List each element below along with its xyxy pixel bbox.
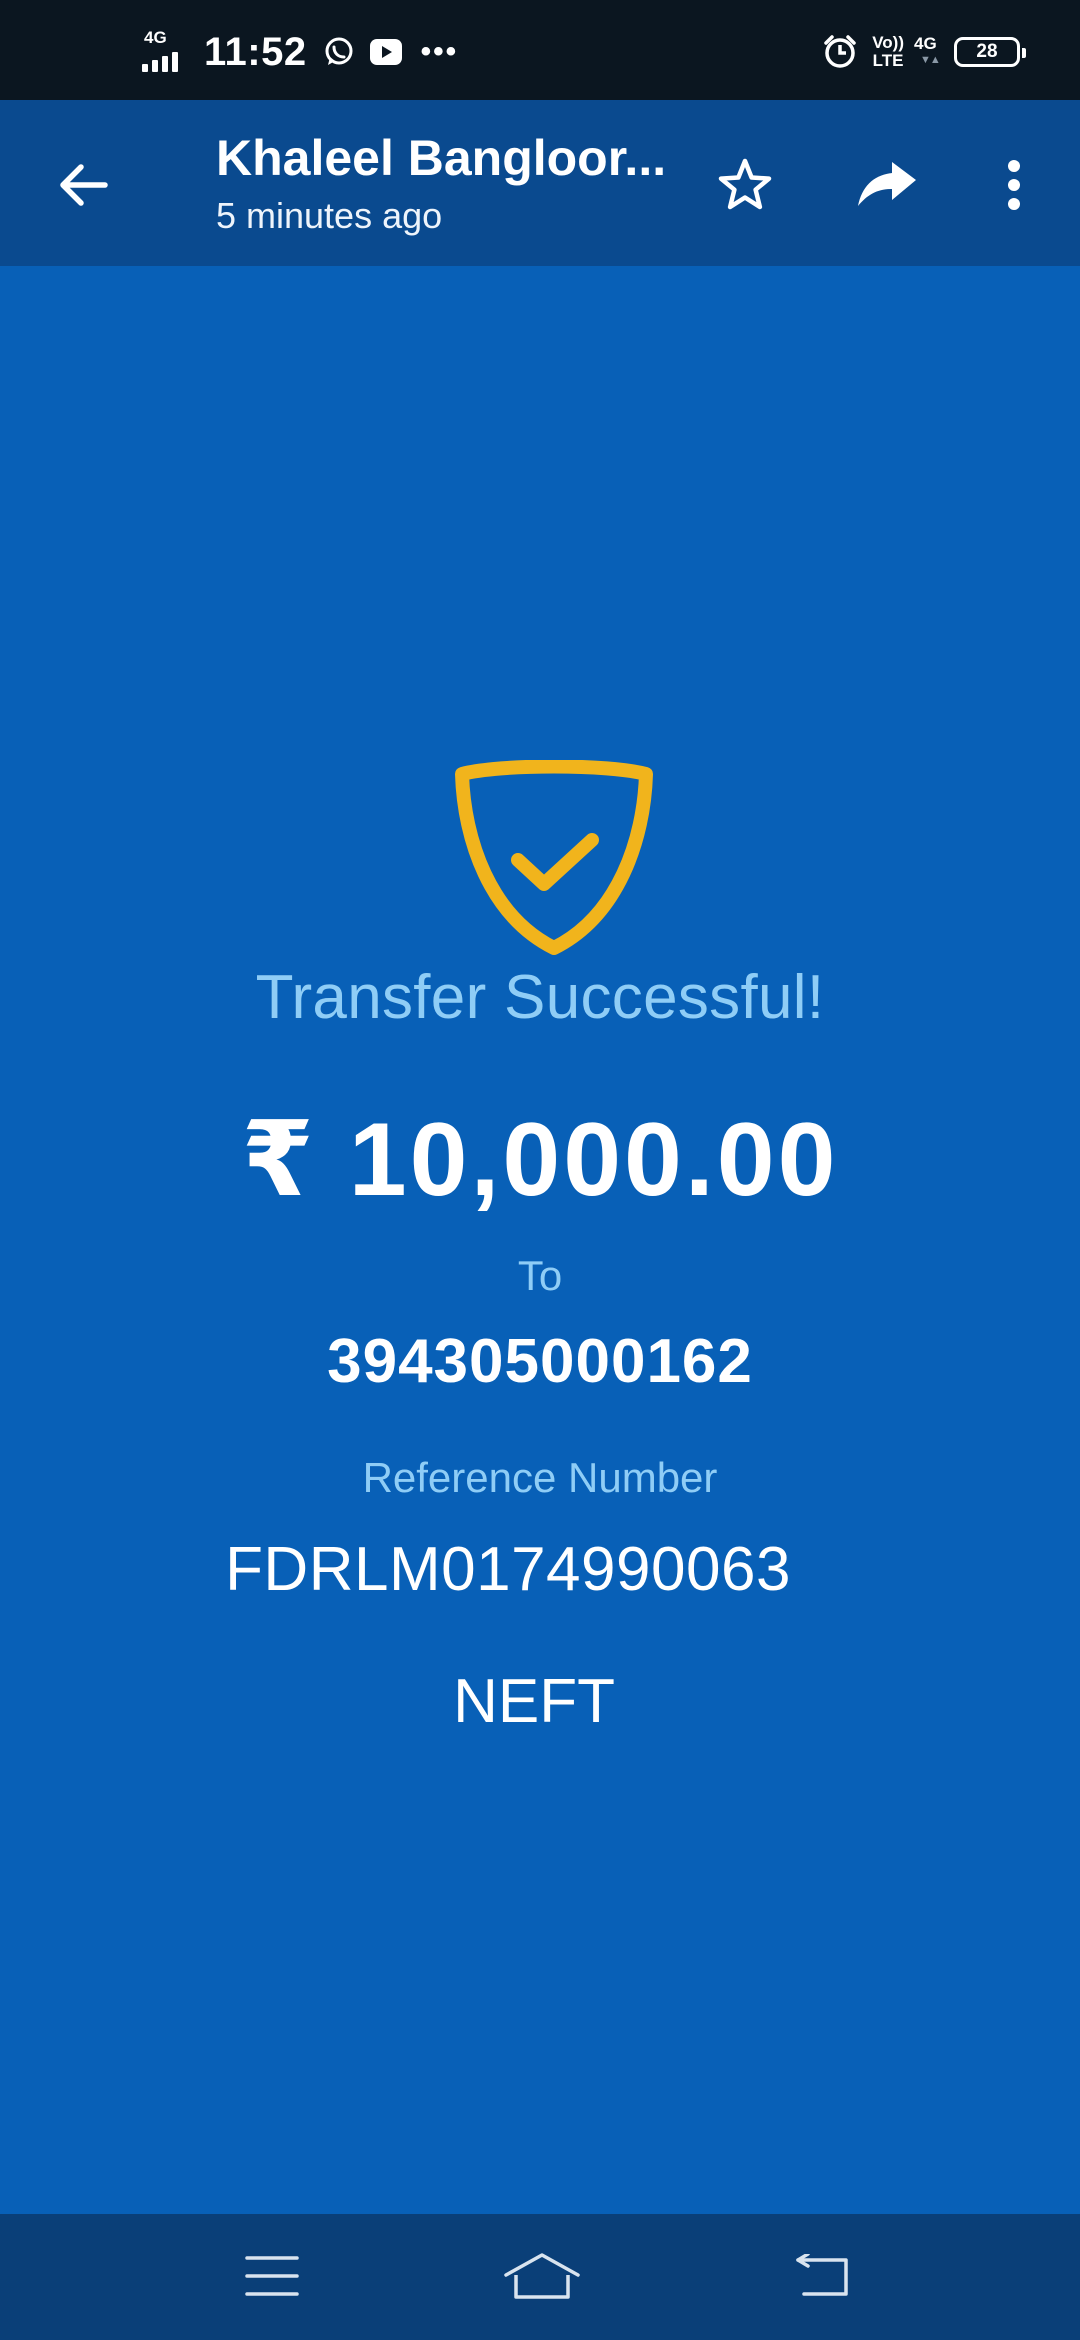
menu-icon [245, 2256, 299, 2296]
transfer-status-heading: Transfer Successful! [255, 963, 825, 1032]
back-icon [796, 2254, 848, 2296]
app-bar: Khaleel Bangloor... 5 minutes ago [0, 100, 1080, 266]
star-icon [718, 158, 772, 210]
youtube-icon [369, 37, 403, 67]
back-nav-button[interactable] [784, 2240, 864, 2312]
more-notifications-icon: ••• [420, 35, 459, 68]
share-button[interactable] [852, 152, 922, 218]
battery-icon: 28 [954, 37, 1026, 67]
recents-button[interactable] [232, 2240, 312, 2312]
data-network-type: 4G [914, 34, 937, 53]
volte-line2: LTE [872, 51, 904, 70]
whatsapp-icon [323, 36, 355, 68]
receipt-image[interactable]: Transfer Successful! ₹ 10,000.00 To 3943… [0, 266, 1080, 2214]
transfer-mode: NEFT [453, 1667, 615, 1736]
transfer-amount: ₹ 10,000.00 [241, 1102, 839, 1218]
battery-level: 28 [976, 41, 998, 62]
shield-check-icon [455, 760, 653, 955]
more-options-button[interactable] [994, 152, 1034, 218]
status-bar-left: 4G 11:52 ••• [142, 28, 458, 76]
network-type: 4G [144, 28, 167, 47]
data-network-indicator: 4G ▼▲ [914, 32, 944, 72]
alarm-icon [822, 34, 858, 70]
reference-number-label: Reference Number [362, 1454, 718, 1501]
chat-header[interactable]: Khaleel Bangloor... 5 minutes ago [216, 128, 686, 238]
home-icon [504, 2253, 580, 2299]
reference-number-value: FDRLM0174990063 [225, 1535, 791, 1604]
status-bar-right: Vo)) LTE 4G ▼▲ 28 [822, 28, 1026, 76]
system-nav-bar [0, 2214, 1080, 2340]
star-button[interactable] [712, 152, 778, 218]
data-activity-icon: ▼▲ [920, 54, 941, 66]
volte-indicator: Vo)) LTE [872, 34, 904, 70]
status-bar: 4G 11:52 ••• Vo)) LTE 4G ▼▲ 28 [0, 0, 1080, 100]
share-icon [858, 162, 916, 206]
back-arrow-icon [60, 164, 108, 206]
chat-title: Khaleel Bangloor... [216, 130, 667, 186]
signal-icon: 4G [142, 28, 190, 74]
home-button[interactable] [502, 2240, 582, 2312]
to-label: To [517, 1252, 563, 1299]
back-button[interactable] [50, 152, 116, 218]
volte-line1: Vo)) [872, 33, 904, 52]
more-vert-icon [1008, 160, 1020, 210]
chat-subtitle: 5 minutes ago [216, 195, 443, 236]
status-time: 11:52 [204, 29, 307, 74]
recipient-account-number: 394305000162 [327, 1327, 753, 1396]
